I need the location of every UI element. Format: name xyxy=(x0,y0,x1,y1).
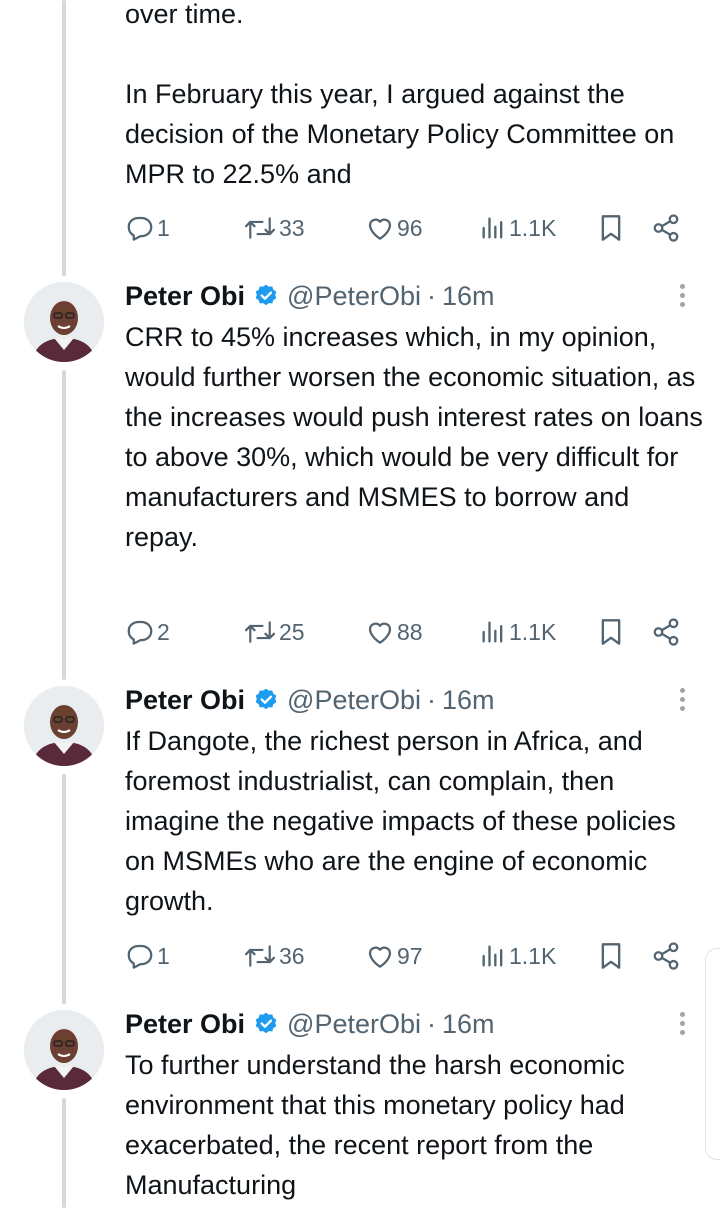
tweet-actions: 1 36 97 1.1K xyxy=(125,939,690,973)
separator: · xyxy=(427,280,437,311)
timestamp[interactable]: 16m xyxy=(442,685,495,716)
repost-count: 25 xyxy=(279,618,305,645)
reply-button[interactable]: 1 xyxy=(125,211,170,245)
author-handle[interactable]: @PeterObi xyxy=(287,685,421,716)
tweet-actions: 2 25 88 1.1K xyxy=(125,615,690,649)
like-button[interactable]: 96 xyxy=(365,211,423,245)
reply-icon xyxy=(125,213,155,243)
repost-count: 33 xyxy=(279,214,305,241)
avatar[interactable] xyxy=(24,1010,104,1090)
bookmark-button[interactable] xyxy=(597,211,625,245)
tweet-text: To further understand the harsh economic… xyxy=(125,1050,625,1200)
views-button[interactable]: 1.1K xyxy=(479,615,556,649)
repost-icon xyxy=(243,941,277,971)
tweet-header: Peter Obi @PeterObi · 16m xyxy=(125,682,495,718)
views-button[interactable]: 1.1K xyxy=(479,939,556,973)
avatar[interactable] xyxy=(24,686,104,766)
repost-button[interactable]: 36 xyxy=(243,939,305,973)
tweet[interactable]: Peter Obi @PeterObi · 16m If Dangote, th… xyxy=(0,682,720,1002)
views-icon xyxy=(479,617,507,647)
more-vertical-icon[interactable] xyxy=(676,688,688,716)
tweet-text: CRR to 45% increases which, in my opinio… xyxy=(125,322,703,552)
separator: · xyxy=(427,684,437,715)
verified-badge-icon xyxy=(253,1011,279,1037)
tweet-partial-top[interactable]: over time. In February this year, I argu… xyxy=(0,0,720,250)
repost-icon xyxy=(243,213,277,243)
views-icon xyxy=(479,941,507,971)
repost-button[interactable]: 25 xyxy=(243,615,305,649)
views-count: 1.1K xyxy=(509,214,557,241)
bookmark-icon xyxy=(597,940,625,972)
share-icon xyxy=(651,941,681,971)
more-vertical-icon[interactable] xyxy=(676,1012,688,1040)
heart-icon xyxy=(365,617,395,647)
share-button[interactable] xyxy=(651,615,681,649)
share-button[interactable] xyxy=(651,211,681,245)
timestamp[interactable]: 16m xyxy=(442,1009,495,1040)
scroll-handle[interactable] xyxy=(705,948,720,1160)
like-count: 97 xyxy=(397,942,423,969)
views-button[interactable]: 1.1K xyxy=(479,211,556,245)
views-icon xyxy=(479,213,507,243)
repost-button[interactable]: 33 xyxy=(243,211,305,245)
reply-count: 1 xyxy=(157,214,170,241)
tweet-actions: 1 33 96 1.1K xyxy=(125,211,690,245)
verified-badge-icon xyxy=(253,283,279,309)
bookmark-button[interactable] xyxy=(597,939,625,973)
heart-icon xyxy=(365,941,395,971)
avatar[interactable] xyxy=(24,282,104,362)
repost-icon xyxy=(243,617,277,647)
tweet-text: If Dangote, the richest person in Africa… xyxy=(125,726,676,916)
repost-count: 36 xyxy=(279,942,305,969)
views-count: 1.1K xyxy=(509,618,557,645)
timestamp[interactable]: 16m xyxy=(442,281,495,312)
reply-count: 1 xyxy=(157,942,170,969)
like-button[interactable]: 88 xyxy=(365,615,423,649)
views-count: 1.1K xyxy=(509,942,557,969)
tweet-text: over time. In February this year, I argu… xyxy=(125,0,675,189)
author-name[interactable]: Peter Obi xyxy=(125,281,245,312)
bookmark-icon xyxy=(597,212,625,244)
share-button[interactable] xyxy=(651,939,681,973)
reply-count: 2 xyxy=(157,618,170,645)
reply-icon xyxy=(125,617,155,647)
author-name[interactable]: Peter Obi xyxy=(125,685,245,716)
verified-badge-icon xyxy=(253,687,279,713)
reply-button[interactable]: 2 xyxy=(125,615,170,649)
like-count: 96 xyxy=(397,214,423,241)
author-handle[interactable]: @PeterObi xyxy=(287,281,421,312)
tweet-header: Peter Obi @PeterObi · 16m xyxy=(125,278,495,314)
bookmark-icon xyxy=(597,616,625,648)
share-icon xyxy=(651,213,681,243)
author-handle[interactable]: @PeterObi xyxy=(287,1009,421,1040)
reply-icon xyxy=(125,941,155,971)
author-name[interactable]: Peter Obi xyxy=(125,1009,245,1040)
separator: · xyxy=(427,1008,437,1039)
tweet-header: Peter Obi @PeterObi · 16m xyxy=(125,1006,495,1042)
reply-button[interactable]: 1 xyxy=(125,939,170,973)
share-icon xyxy=(651,617,681,647)
like-count: 88 xyxy=(397,618,423,645)
more-vertical-icon[interactable] xyxy=(676,284,688,312)
bookmark-button[interactable] xyxy=(597,615,625,649)
heart-icon xyxy=(365,213,395,243)
tweet[interactable]: Peter Obi @PeterObi · 16m CRR to 45% inc… xyxy=(0,278,720,678)
tweet[interactable]: Peter Obi @PeterObi · 16m To further und… xyxy=(0,1006,720,1208)
like-button[interactable]: 97 xyxy=(365,939,423,973)
